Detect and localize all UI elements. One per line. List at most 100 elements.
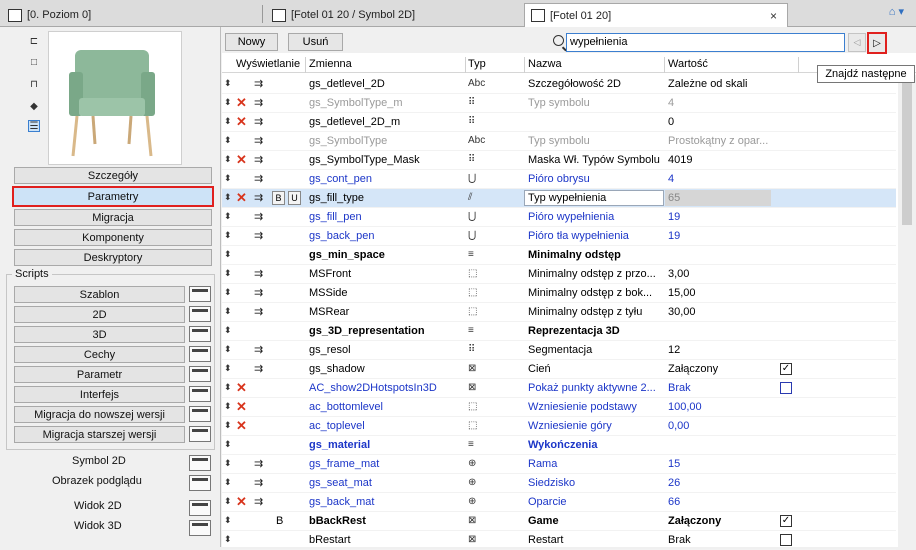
table-row[interactable]: ⬍ ⇉ gs_detlevel_2D Abc Szczegółowość 2D Zależ…	[222, 75, 896, 94]
column-header-display[interactable]: Wyświetlanie	[236, 58, 300, 70]
table-row[interactable]: ⬍ ⇉ gs_cont_pen ⋃ Pióro obrysu 4	[222, 170, 896, 189]
parameter-value[interactable]: Załączony	[668, 515, 778, 527]
type-icon[interactable]: ≡	[468, 325, 488, 336]
indent-icon[interactable]: ⇉	[254, 115, 263, 128]
parameter-value[interactable]: 19	[668, 230, 778, 242]
type-icon[interactable]: Abc	[468, 135, 488, 146]
navigator-icon[interactable]: ⌂ ▾	[889, 5, 904, 18]
window-icon[interactable]	[189, 500, 211, 516]
drag-handle-icon[interactable]: ⬍	[224, 211, 232, 222]
drag-handle-icon[interactable]: ⬍	[224, 192, 232, 203]
rectangle-icon[interactable]: □	[28, 56, 40, 68]
type-icon[interactable]: ⋃	[468, 230, 488, 241]
column-header-type[interactable]: Typ	[468, 58, 486, 70]
drag-handle-icon[interactable]: ⬍	[224, 306, 232, 317]
script-forward-migration-button[interactable]: Migracja do nowszej wersji	[14, 406, 185, 423]
delete-button[interactable]: Usuń	[288, 33, 343, 51]
hidden-flag-icon[interactable]: ✕	[236, 399, 247, 415]
type-icon[interactable]: ⊠	[468, 534, 488, 545]
hidden-flag-icon[interactable]: ✕	[236, 95, 247, 111]
type-icon[interactable]: ⊕	[468, 496, 488, 507]
table-row[interactable]: ⬍ ⇉ gs_seat_mat ⊕ Siedzisko 26	[222, 474, 896, 493]
indent-icon[interactable]: ⇉	[254, 457, 263, 470]
drag-handle-icon[interactable]: ⬍	[224, 325, 232, 336]
indent-icon[interactable]: ⇉	[254, 153, 263, 166]
indent-icon[interactable]: ⇉	[254, 229, 263, 242]
drag-handle-icon[interactable]: ⬍	[224, 230, 232, 241]
parameter-value[interactable]: 12	[668, 344, 778, 356]
table-row[interactable]: ⬍ ⇉ gs_SymbolType Abc Typ symbolu Prostokątny…	[222, 132, 896, 151]
script-interface-button[interactable]: Interfejs	[14, 386, 185, 403]
drag-handle-icon[interactable]: ⬍	[224, 363, 232, 374]
table-row[interactable]: ⬍ ⇉ gs_fill_pen ⋃ Pióro wypełnienia 19	[222, 208, 896, 227]
type-icon[interactable]: ⊕	[468, 477, 488, 488]
column-header-value[interactable]: Wartość	[668, 58, 708, 70]
type-icon[interactable]: ⠿	[468, 154, 488, 165]
type-icon[interactable]: ⋃	[468, 211, 488, 222]
type-icon[interactable]: Abc	[468, 78, 488, 89]
type-icon[interactable]: ⬚	[468, 287, 488, 298]
indent-icon[interactable]: ⇉	[254, 362, 263, 375]
indent-icon[interactable]: ⇉	[254, 172, 263, 185]
parameter-value[interactable]: 15	[668, 458, 778, 470]
drag-handle-icon[interactable]: ⬍	[224, 154, 232, 165]
search-input[interactable]: wypełnienia	[566, 33, 845, 52]
parameter-value[interactable]: 26	[668, 477, 778, 489]
parameters-button[interactable]: Parametry	[12, 186, 214, 207]
type-icon[interactable]: ⊕	[468, 458, 488, 469]
window-icon[interactable]	[189, 520, 211, 536]
table-row[interactable]: ⬍ ✕ ⇉ gs_SymbolType_Mask ⠿ Maska Wł. Typów Sy…	[222, 151, 896, 170]
type-icon[interactable]: ⊠	[468, 382, 488, 393]
parameters-list-icon[interactable]: ☰	[28, 120, 40, 132]
drag-handle-icon[interactable]: ⬍	[224, 78, 232, 89]
type-icon[interactable]: ⊠	[468, 515, 488, 526]
drag-handle-icon[interactable]: ⬍	[224, 97, 232, 108]
tab-object-editor[interactable]: [Fotel 01 20] ×	[524, 3, 788, 27]
script-parameter-button[interactable]: Parametr	[14, 366, 185, 383]
parameter-value[interactable]: 3,00	[668, 268, 778, 280]
parameter-value[interactable]: 4019	[668, 154, 778, 166]
drag-handle-icon[interactable]: ⬍	[224, 420, 232, 431]
checkbox[interactable]	[780, 382, 792, 394]
drag-handle-icon[interactable]: ⬍	[224, 458, 232, 469]
parameter-value[interactable]: 0	[668, 116, 778, 128]
drag-handle-icon[interactable]: ⬍	[224, 477, 232, 488]
window-icon[interactable]	[189, 346, 211, 362]
components-button[interactable]: Komponenty	[14, 229, 212, 246]
column-header-name[interactable]: Nazwa	[528, 58, 562, 70]
indent-icon[interactable]: ⇉	[254, 495, 263, 508]
hidden-flag-icon[interactable]: ✕	[236, 380, 247, 396]
table-row[interactable]: ⬍ ⇉ gs_frame_mat ⊕ Rama 15	[222, 455, 896, 474]
parameter-value[interactable]: 30,00	[668, 306, 778, 318]
parameter-value[interactable]: Brak	[668, 534, 778, 546]
type-icon[interactable]: ⫽	[468, 192, 488, 203]
find-next-button[interactable]: ▷	[867, 32, 887, 54]
window-icon[interactable]	[189, 406, 211, 422]
type-icon[interactable]: ≡	[468, 249, 488, 260]
table-row[interactable]: ⬍ ✕ ⇉ gs_SymbolType_m ⠿ Typ symbolu 4	[222, 94, 896, 113]
parameter-value[interactable]: 66	[668, 496, 778, 508]
drag-handle-icon[interactable]: ⬍	[224, 249, 232, 260]
value-field[interactable]: 65	[665, 190, 771, 206]
indent-icon[interactable]: ⇉	[254, 267, 263, 280]
type-icon[interactable]: ⬚	[468, 420, 488, 431]
parameter-value[interactable]: 0,00	[668, 420, 778, 432]
table-row[interactable]: ⬍ ⇉ MSRear ⬚ Minimalny odstęp z tyłu 30,00	[222, 303, 896, 322]
indent-icon[interactable]: ⇉	[254, 96, 263, 109]
type-icon[interactable]: ≡	[468, 439, 488, 450]
table-row[interactable]: ⬍ ⇉ MSFront ⬚ Minimalny odstęp z przo... 3,00	[222, 265, 896, 284]
drag-handle-icon[interactable]: ⬍	[224, 116, 232, 127]
parameter-value[interactable]: Załączony	[668, 363, 778, 375]
script-properties-button[interactable]: Cechy	[14, 346, 185, 363]
hidden-flag-icon[interactable]: ✕	[236, 494, 247, 510]
parameter-value[interactable]: Prostokątny z opar...	[668, 135, 778, 147]
type-icon[interactable]: ⠿	[468, 116, 488, 127]
type-icon[interactable]: ⠿	[468, 97, 488, 108]
table-row[interactable]: ⬍ BbBackRest ⊠ Game Załączony ✓	[222, 512, 896, 531]
type-icon[interactable]: ⊠	[468, 363, 488, 374]
window-icon[interactable]	[189, 475, 211, 491]
window-icon[interactable]	[189, 455, 211, 471]
name-edit-field[interactable]: Typ wypełnienia	[524, 190, 664, 206]
vertical-scrollbar[interactable]	[898, 75, 916, 547]
window-icon[interactable]	[189, 386, 211, 402]
